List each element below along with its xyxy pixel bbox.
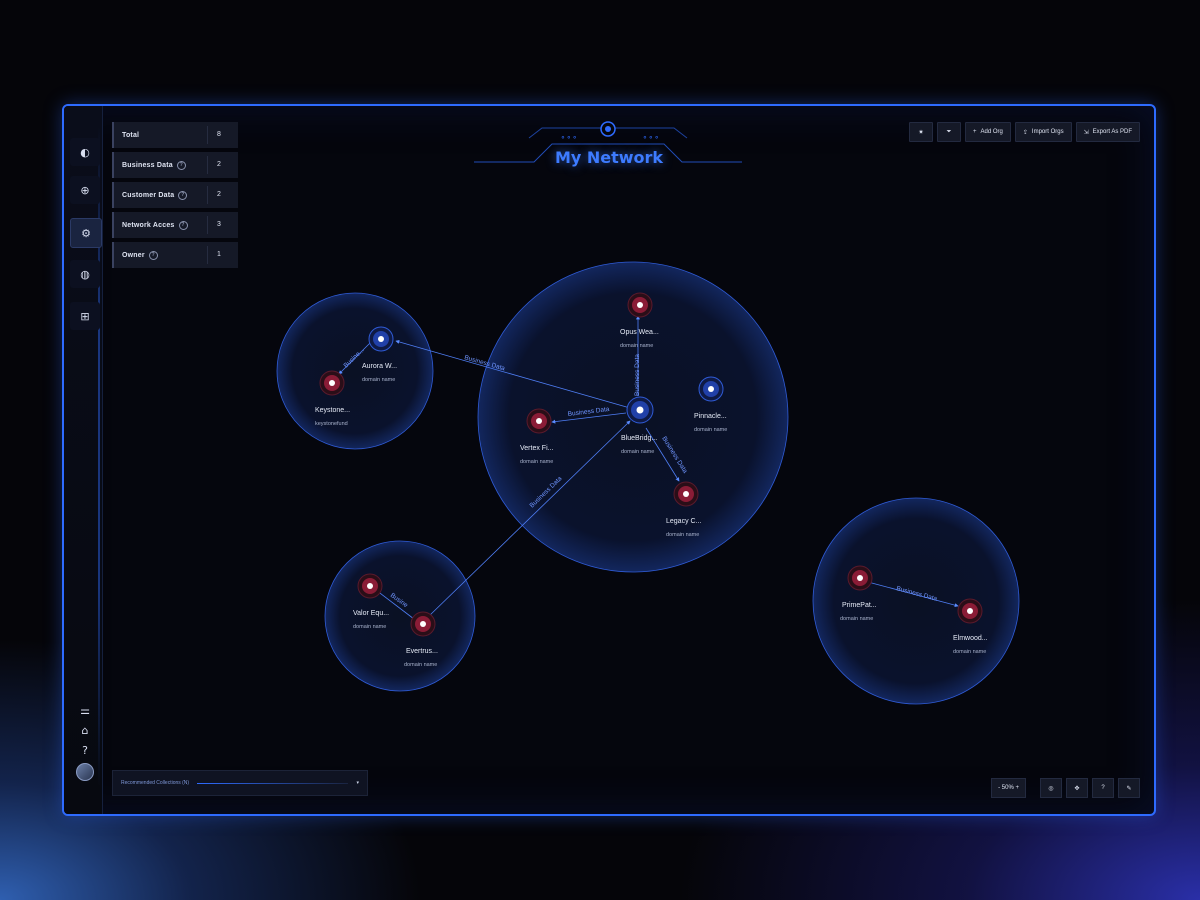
globe-icon[interactable]: ⊕ bbox=[70, 176, 100, 204]
page-title: My Network bbox=[554, 148, 664, 167]
network-icon bbox=[857, 575, 863, 581]
org-icon bbox=[329, 380, 335, 386]
divider bbox=[197, 782, 349, 784]
stats-panel: Total 8 Business Data? 2 Customer Data? … bbox=[112, 122, 238, 272]
recommended-collections[interactable]: Recommended Collections (N) ▾ bbox=[112, 770, 368, 796]
stat-label: Business Data bbox=[122, 161, 173, 169]
sidebar: ◐ ⊕ ⚙ ◍ ⊞ ⚌ ⌂ ? bbox=[64, 106, 103, 814]
stat-value: 2 bbox=[207, 186, 230, 204]
stat-business-data[interactable]: Business Data? 2 bbox=[112, 152, 238, 178]
node-name: PrimePat... bbox=[842, 602, 877, 609]
network-nav-icon[interactable]: ⚙ bbox=[70, 218, 102, 248]
node-name: Valor Equ... bbox=[353, 610, 389, 617]
node-domain: domain name bbox=[404, 662, 437, 668]
plus-icon: + bbox=[973, 129, 977, 135]
fit-view-icon[interactable]: ✥ bbox=[1066, 778, 1088, 798]
node-domain: domain name bbox=[362, 377, 395, 383]
cloud-icon bbox=[378, 336, 384, 342]
node-name: Legacy C... bbox=[666, 518, 701, 525]
node-name: BlueBridg... bbox=[621, 435, 657, 442]
code-icon bbox=[420, 621, 426, 627]
edge-label: Business Data bbox=[634, 354, 641, 396]
node-domain: domain name bbox=[840, 616, 873, 622]
node-name: Aurora W... bbox=[362, 363, 397, 370]
filter-icon[interactable]: ⏷ bbox=[937, 122, 962, 142]
add-org-button[interactable]: + Add Org bbox=[965, 122, 1011, 142]
focus-icon[interactable]: ◎ bbox=[1040, 778, 1062, 798]
canvas-controls: - 50% + ◎ ✥ ? ✎ bbox=[991, 778, 1140, 798]
node-name: Pinnacle... bbox=[694, 413, 727, 420]
stat-label: Customer Data bbox=[122, 191, 175, 199]
cluster-primepat bbox=[812, 497, 1020, 705]
stat-label: Network Acces bbox=[122, 221, 175, 229]
toolbar: ✷ ⏷ + Add Org ⇪ Import Orgs ⇲ Export As PDF bbox=[909, 122, 1140, 142]
stat-value: 8 bbox=[207, 126, 230, 144]
sun-icon[interactable]: ✷ bbox=[909, 122, 934, 142]
help-icon[interactable]: ? bbox=[176, 160, 186, 170]
cluster-evertrust bbox=[324, 540, 476, 692]
recommended-label: Recommended Collections (N) bbox=[121, 780, 190, 786]
stat-label: Owner bbox=[122, 251, 145, 259]
node-domain: domain name bbox=[353, 624, 386, 630]
stat-owner[interactable]: Owner? 1 bbox=[112, 242, 238, 268]
node-domain: domain name bbox=[621, 449, 654, 455]
world-icon[interactable]: ◍ bbox=[70, 260, 100, 288]
node-name: Elmwood... bbox=[953, 635, 988, 642]
zoom-control[interactable]: - 50% + bbox=[991, 778, 1026, 798]
network-icon bbox=[536, 418, 542, 424]
leaf-icon bbox=[708, 386, 714, 392]
cluster-aurora bbox=[276, 292, 434, 450]
logo-icon[interactable]: ◐ bbox=[70, 138, 100, 166]
org-icon bbox=[967, 608, 973, 614]
node-domain: domain name bbox=[953, 649, 986, 655]
stat-label: Total bbox=[122, 131, 140, 139]
help-icon[interactable]: ? bbox=[1092, 778, 1114, 798]
page-title-wrap: My Network bbox=[474, 120, 744, 170]
upload-icon: ⇪ bbox=[1022, 129, 1028, 136]
handshake-icon bbox=[636, 406, 644, 414]
caret-down-icon[interactable]: ▾ bbox=[356, 780, 359, 786]
import-orgs-label: Import Orgs bbox=[1031, 129, 1064, 135]
node-domain: domain name bbox=[620, 343, 653, 349]
stat-value: 2 bbox=[207, 156, 230, 174]
avatar[interactable] bbox=[70, 758, 100, 786]
node-domain: domain name bbox=[666, 532, 699, 538]
app-window: ⚬⚬⚬ ⚬⚬⚬ Busine... Business Data Business… bbox=[62, 104, 1156, 816]
bank-icon bbox=[367, 583, 373, 589]
node-domain: domain name bbox=[694, 427, 727, 433]
stat-total[interactable]: Total 8 bbox=[112, 122, 238, 148]
import-orgs-button[interactable]: ⇪ Import Orgs bbox=[1014, 122, 1072, 142]
stat-customer-data[interactable]: Customer Data? 2 bbox=[112, 182, 238, 208]
globe-icon bbox=[637, 302, 643, 308]
export-pdf-label: Export As PDF bbox=[1092, 129, 1132, 135]
node-name: Vertex Fi... bbox=[520, 445, 554, 452]
export-pdf-button[interactable]: ⇲ Export As PDF bbox=[1075, 122, 1140, 142]
node-name: Opus Wea... bbox=[620, 329, 659, 336]
node-domain: keystonefund bbox=[315, 421, 348, 427]
node-name: Evertrus... bbox=[406, 648, 438, 655]
help-icon[interactable]: ? bbox=[178, 190, 188, 200]
add-org-label: Add Org bbox=[980, 129, 1003, 135]
stat-value: 3 bbox=[207, 216, 230, 234]
stat-value: 1 bbox=[207, 246, 230, 264]
help-icon[interactable]: ? bbox=[148, 250, 158, 260]
stat-network-access[interactable]: Network Acces? 3 bbox=[112, 212, 238, 238]
help-icon[interactable]: ? bbox=[178, 220, 188, 230]
apps-icon[interactable]: ⊞ bbox=[70, 302, 100, 330]
pen-icon[interactable]: ✎ bbox=[1118, 778, 1140, 798]
node-name: Keystone... bbox=[315, 407, 350, 414]
shield-icon bbox=[683, 491, 689, 497]
node-domain: domain name bbox=[520, 459, 553, 465]
export-icon: ⇲ bbox=[1083, 129, 1089, 136]
